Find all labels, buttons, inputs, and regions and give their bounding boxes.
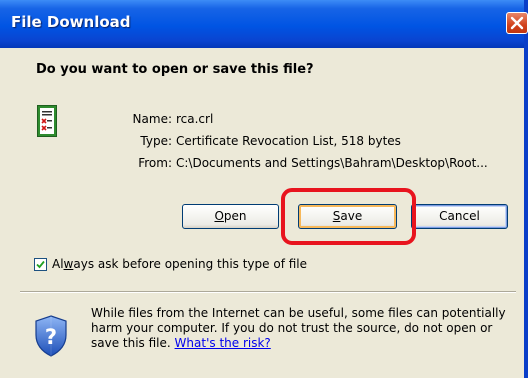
name-label: Name:: [132, 112, 172, 126]
type-label: Type:: [140, 134, 172, 148]
file-type: Certificate Revocation List, 518 bytes: [176, 134, 401, 148]
cancel-button[interactable]: Cancel: [411, 204, 508, 229]
dialog-question: Do you want to open or save this file?: [36, 62, 314, 77]
file-source: C:\Documents and Settings\Bahram\Desktop…: [176, 156, 488, 170]
open-button-label: Open: [214, 209, 247, 223]
always-ask-label[interactable]: Always ask before opening this type of f…: [52, 257, 307, 271]
dialog-title: File Download: [11, 13, 131, 31]
whats-the-risk-link[interactable]: What's the risk?: [175, 336, 271, 350]
cancel-button-label: Cancel: [439, 209, 480, 223]
file-download-dialog: File Download Do you want to open or sav…: [0, 0, 528, 378]
svg-text:?: ?: [45, 325, 57, 349]
open-button[interactable]: Open: [182, 204, 279, 229]
divider-highlight: [20, 292, 516, 293]
security-warning: While files from the Internet can be use…: [91, 306, 521, 351]
warning-text: While files from the Internet can be use…: [91, 306, 506, 350]
from-label: From:: [138, 156, 172, 170]
title-bar[interactable]: File Download: [0, 0, 528, 48]
file-name: rca.crl: [176, 112, 214, 126]
security-shield-icon: ?: [34, 315, 68, 360]
close-button[interactable]: [506, 12, 528, 34]
always-ask-checkbox[interactable]: [34, 258, 47, 271]
save-highlight-annotation: [281, 188, 416, 245]
